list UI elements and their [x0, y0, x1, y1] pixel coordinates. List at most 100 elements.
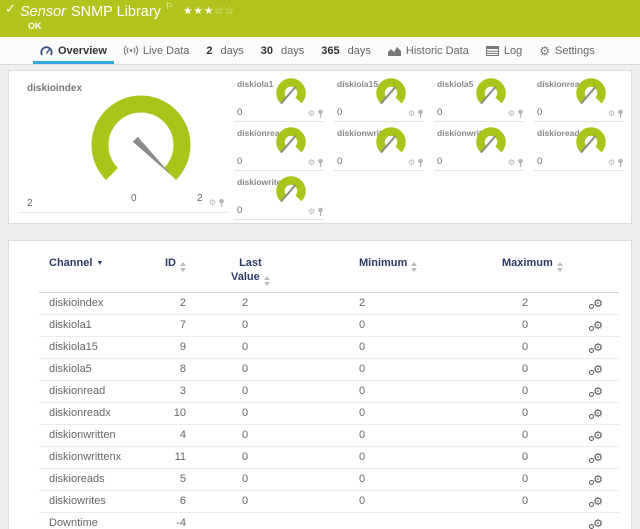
- channel-last-value: [189, 512, 314, 529]
- pin-icon[interactable]: [517, 158, 524, 167]
- channel-settings-icon[interactable]: ⚙: [593, 451, 603, 464]
- gauge-current-value: 0: [537, 156, 542, 167]
- channel-name[interactable]: diskiowrites: [39, 490, 154, 512]
- gauge-current-value: 0: [437, 156, 442, 167]
- table-row[interactable]: diskionreadx 10 0 0 0 ⚙: [39, 402, 619, 424]
- gauge-settings-icon[interactable]: ⚙: [508, 159, 515, 167]
- sensor-name[interactable]: SNMP Library: [71, 4, 161, 20]
- tab-overview[interactable]: Overview: [40, 37, 107, 64]
- channel-name[interactable]: diskionread: [39, 380, 154, 402]
- pin-icon[interactable]: [317, 158, 324, 167]
- header-minimum[interactable]: Minimum: [314, 255, 464, 292]
- channel-name[interactable]: diskionwrittenx: [39, 446, 154, 468]
- header-maximum[interactable]: Maximum: [464, 255, 569, 292]
- gauge-settings-icon[interactable]: ⚙: [408, 110, 415, 118]
- channel-settings-icon[interactable]: ⚙: [593, 319, 603, 332]
- mini-gauge: [371, 127, 411, 158]
- channel-minimum: 0: [314, 314, 464, 336]
- channel-maximum: 0: [464, 380, 569, 402]
- channel-name[interactable]: diskiola15: [39, 336, 154, 358]
- channel-settings-icon[interactable]: ⚙: [593, 297, 603, 310]
- star-rating[interactable]: ★★★☆☆: [183, 5, 235, 17]
- channel-settings-icon[interactable]: ⚙: [593, 517, 603, 529]
- channel-id: 2: [154, 292, 189, 314]
- tab-log[interactable]: Log: [486, 37, 522, 64]
- gauge-settings-icon[interactable]: ⚙: [608, 110, 615, 118]
- gauge-settings-icon[interactable]: ⚙: [308, 159, 315, 167]
- channel-settings-icon[interactable]: ⚙: [593, 385, 603, 398]
- channel-settings-icon[interactable]: ⚙: [593, 363, 603, 376]
- mini-gauge-cell: diskionwritten 0 ⚙: [334, 122, 424, 171]
- header-settings: [569, 255, 619, 292]
- table-row[interactable]: diskionwrittenx 11 0 0 0 ⚙: [39, 446, 619, 468]
- gauge-settings-icon[interactable]: ⚙: [508, 110, 515, 118]
- tab-30-days[interactable]: 30days: [261, 37, 305, 64]
- pin-icon[interactable]: [317, 109, 324, 118]
- gauge-needle: [133, 137, 172, 176]
- channel-maximum: 0: [464, 358, 569, 380]
- table-row[interactable]: diskioreads 5 0 0 0 ⚙: [39, 468, 619, 490]
- header-id[interactable]: ID: [154, 255, 189, 292]
- header-channel[interactable]: Channel▼: [39, 255, 154, 292]
- gauge-scale-max: 2: [197, 193, 203, 204]
- channel-name[interactable]: Downtime: [39, 512, 154, 529]
- channel-name[interactable]: diskioreads: [39, 468, 154, 490]
- channel-table: Channel▼ ID Last Value Minimum Maximum: [39, 255, 619, 529]
- channel-settings-icon[interactable]: ⚙: [593, 407, 603, 420]
- channel-id: 5: [154, 468, 189, 490]
- table-row[interactable]: diskionwritten 4 0 0 0 ⚙: [39, 424, 619, 446]
- sort-desc-icon: ▼: [96, 260, 103, 267]
- pin-icon[interactable]: [517, 109, 524, 118]
- mini-gauge-cell: diskionread 0 ⚙: [534, 73, 624, 122]
- table-row[interactable]: diskionread 3 0 0 0 ⚙: [39, 380, 619, 402]
- table-row[interactable]: diskiola1 7 0 0 0 ⚙: [39, 314, 619, 336]
- tab-365-days[interactable]: 365days: [321, 37, 371, 64]
- gauge-settings-icon[interactable]: ⚙: [308, 208, 315, 216]
- pin-icon[interactable]: [317, 207, 324, 216]
- channel-name[interactable]: diskiola1: [39, 314, 154, 336]
- mini-gauge: [471, 78, 511, 109]
- channel-name[interactable]: diskionwritten: [39, 424, 154, 446]
- channel-settings-icon[interactable]: ⚙: [593, 429, 603, 442]
- gauge-settings-icon[interactable]: ⚙: [209, 199, 216, 207]
- channel-settings-icon[interactable]: ⚙: [593, 495, 603, 508]
- flag-icon[interactable]: ⚐: [165, 2, 173, 12]
- channel-name[interactable]: diskionreadx: [39, 402, 154, 424]
- channel-name[interactable]: diskiola5: [39, 358, 154, 380]
- channel-name[interactable]: diskioindex: [39, 292, 154, 314]
- stars-filled: ★★★: [183, 5, 214, 17]
- mini-gauge-cell: diskiola5 0 ⚙: [434, 73, 524, 122]
- tab-settings[interactable]: ⚙ Settings: [539, 37, 595, 64]
- gauge-settings-icon[interactable]: ⚙: [308, 110, 315, 118]
- tab-historic-data[interactable]: Historic Data: [388, 37, 469, 64]
- pin-icon[interactable]: [417, 158, 424, 167]
- table-row[interactable]: diskiowrites 6 0 0 0 ⚙: [39, 490, 619, 512]
- tab-2-days[interactable]: 2days: [206, 37, 243, 64]
- channel-maximum: 0: [464, 490, 569, 512]
- tab-live-data[interactable]: Live Data: [124, 37, 189, 64]
- pin-icon[interactable]: [617, 158, 624, 167]
- gauge-current-value: 0: [437, 107, 442, 118]
- gauge-settings-icon[interactable]: ⚙: [408, 159, 415, 167]
- gauge-icon: [40, 45, 53, 56]
- channel-settings-icon[interactable]: ⚙: [593, 341, 603, 354]
- channel-last-value: 0: [189, 336, 314, 358]
- live-signal-icon: [124, 45, 138, 56]
- gauges-panel: diskioindex 2 0 2 ⚙ diskiola1 0 ⚙: [8, 70, 632, 224]
- pin-icon[interactable]: [218, 198, 225, 207]
- header-last-value[interactable]: Last Value: [189, 255, 314, 292]
- table-row[interactable]: Downtime -4 ⚙: [39, 512, 619, 529]
- mini-gauge-cell: diskionwrittenx 0 ⚙: [434, 122, 524, 171]
- mini-gauge-grid: diskiola1 0 ⚙ diskiola15 0 ⚙ diskiola5: [229, 73, 629, 223]
- table-header-row: Channel▼ ID Last Value Minimum Maximum: [39, 255, 619, 292]
- gauge-current-value: 2: [27, 198, 33, 209]
- gauge-settings-icon[interactable]: ⚙: [608, 159, 615, 167]
- pin-icon[interactable]: [417, 109, 424, 118]
- sort-icon: [180, 262, 186, 272]
- table-row[interactable]: diskioindex 2 2 2 2 ⚙: [39, 292, 619, 314]
- pin-icon[interactable]: [617, 109, 624, 118]
- channel-settings-icon[interactable]: ⚙: [593, 473, 603, 486]
- table-row[interactable]: diskiola15 9 0 0 0 ⚙: [39, 336, 619, 358]
- table-row[interactable]: diskiola5 8 0 0 0 ⚙: [39, 358, 619, 380]
- channel-last-value: 0: [189, 314, 314, 336]
